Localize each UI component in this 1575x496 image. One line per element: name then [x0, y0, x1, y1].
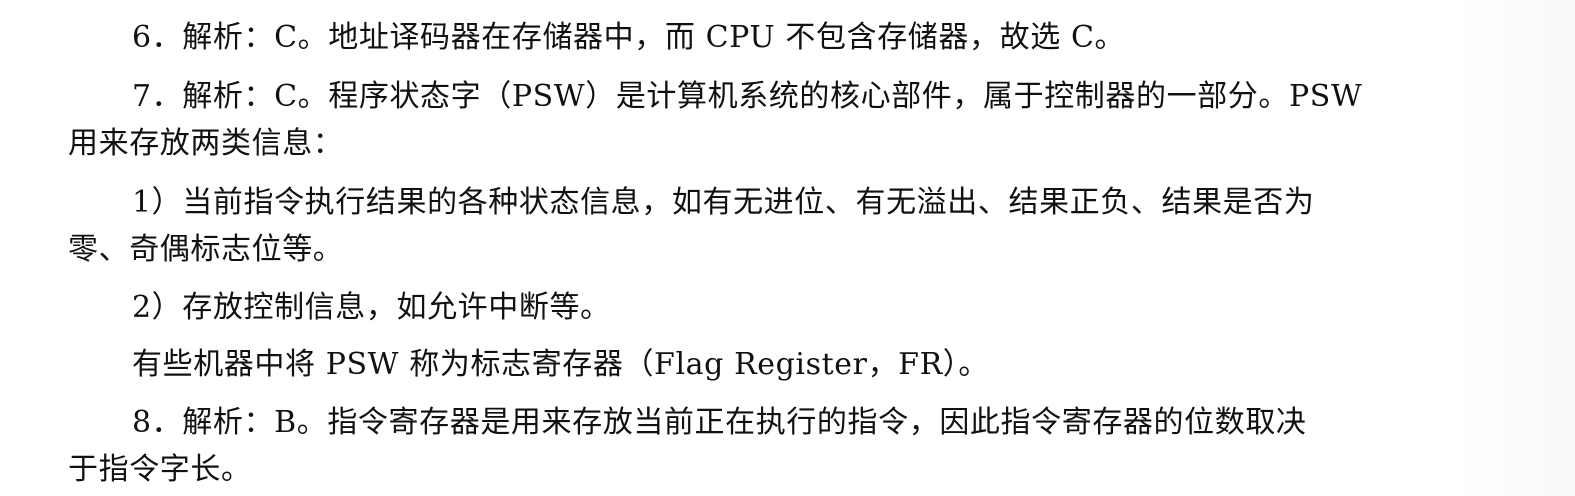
psw-info-item-1-line-1: 1）当前指令执行结果的各种状态信息，如有无进位、有无溢出、结果正负、结果是否为	[132, 185, 1315, 220]
answer-8-line-1: 8．解析：B。指令寄存器是用来存放当前正在执行的指令，因此指令寄存器的位数取决	[132, 405, 1307, 440]
psw-flag-register-note: 有些机器中将 PSW 称为标志寄存器（Flag Register，FR）。	[132, 347, 989, 382]
answer-7-line-2: 用来存放两类信息：	[68, 126, 344, 161]
answer-8-line-2: 于指令字长。	[68, 452, 252, 487]
document-page: 6．解析：C。地址译码器在存储器中，而 CPU 不包含存储器，故选 C。 7．解…	[0, 0, 1575, 496]
page-edge-shadow	[1455, 0, 1575, 496]
psw-info-item-1-line-2: 零、奇偶标志位等。	[68, 232, 344, 267]
answer-6-line: 6．解析：C。地址译码器在存储器中，而 CPU 不包含存储器，故选 C。	[132, 20, 1126, 55]
psw-info-item-2: 2）存放控制信息，如允许中断等。	[132, 290, 611, 325]
answer-7-line-1: 7．解析：C。程序状态字（PSW）是计算机系统的核心部件，属于控制器的一部分。P…	[132, 79, 1363, 114]
